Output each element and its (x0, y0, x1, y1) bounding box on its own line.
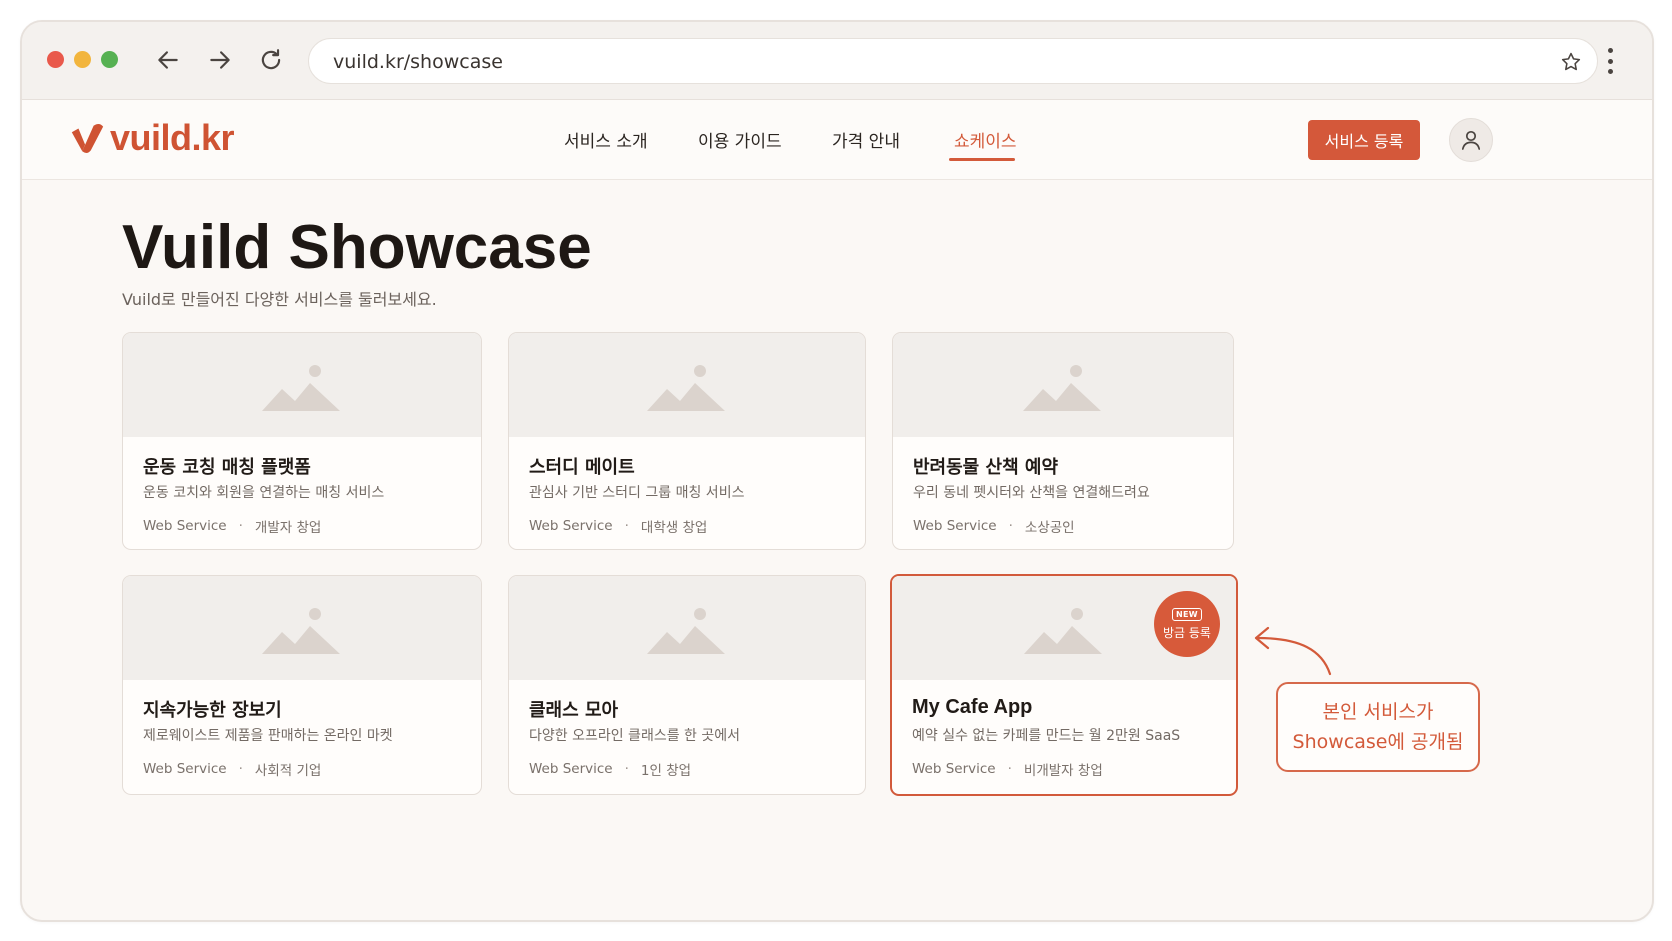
thumbnail-placeholder (509, 333, 865, 437)
card-title: 운동 코칭 매칭 플랫폼 (143, 457, 311, 478)
thumbnail-placeholder (509, 576, 865, 680)
new-tag: NEW (1172, 607, 1202, 621)
card-meta: Web Service · 비개발자 창업 (912, 759, 1103, 779)
register-service-button[interactable]: 서비스 등록 (1308, 120, 1420, 160)
image-placeholder-icon (647, 608, 725, 654)
user-icon (1461, 130, 1481, 150)
active-nav-indicator (949, 158, 1015, 161)
showcase-card[interactable]: 스터디 메이트 관심사 기반 스터디 그룹 매칭 서비스 Web Service… (508, 332, 866, 550)
card-description: 제로웨이스트 제품을 판매하는 온라인 마켓 (143, 728, 393, 744)
callout-box: 본인 서비스가 Showcase에 공개됨 (1276, 682, 1480, 772)
card-description: 관심사 기반 스터디 그룹 매칭 서비스 (529, 485, 745, 501)
page-subtitle: Vuild로 만들어진 다양한 서비스를 둘러보세요. (122, 290, 437, 309)
card-category: 소상공인 (1024, 520, 1075, 536)
card-description: 다양한 오프라인 클래스를 한 곳에서 (529, 728, 740, 744)
showcase-card[interactable]: 운동 코칭 매칭 플랫폼 운동 코치와 회원을 연결하는 매칭 서비스 Web … (122, 332, 482, 550)
badge-label: 방금 등록 (1163, 625, 1211, 640)
card-description: 예약 실수 없는 카페를 만드는 월 2만원 SaaS (912, 728, 1181, 744)
callout-line-2: Showcase에 공개됨 (1292, 731, 1464, 753)
card-meta: Web Service · 사회적 기업 (143, 759, 321, 779)
card-meta: Web Service · 소상공인 (913, 516, 1075, 536)
address-bar[interactable]: vuild.kr/showcase (308, 38, 1598, 84)
browser-window: vuild.kr/showcase vuild.kr 서비스 소개 이용 가이드… (20, 20, 1654, 922)
nav-item-showcase[interactable]: 쇼케이스 (954, 127, 1017, 152)
browser-toolbar: vuild.kr/showcase (22, 22, 1652, 100)
card-description: 우리 동네 펫시터와 산책을 연결해드려요 (913, 485, 1150, 501)
nav-item-guide[interactable]: 이용 가이드 (698, 127, 782, 152)
card-description: 운동 코치와 회원을 연결하는 매칭 서비스 (143, 485, 385, 501)
card-type: Web Service (143, 761, 227, 777)
close-window-button[interactable] (47, 51, 64, 68)
card-title: 반려동물 산책 예약 (913, 457, 1059, 478)
card-title: My Cafe App (912, 696, 1033, 718)
reload-button[interactable] (253, 42, 289, 78)
card-category: 개발자 창업 (254, 520, 322, 536)
card-type: Web Service (913, 518, 997, 534)
card-title: 클래스 모아 (529, 700, 619, 721)
meta-separator: · (1007, 761, 1012, 777)
minimize-window-button[interactable] (74, 51, 91, 68)
curved-arrow-icon (1254, 626, 1332, 676)
star-icon (1561, 52, 1581, 71)
nav-item-service-intro[interactable]: 서비스 소개 (564, 127, 648, 152)
new-badge: NEW 방금 등록 (1154, 591, 1220, 657)
card-type: Web Service (143, 518, 227, 534)
image-placeholder-icon (262, 608, 340, 654)
card-category: 대학생 창업 (640, 520, 708, 536)
callout-line-1: 본인 서비스가 (1322, 701, 1434, 723)
showcase-card[interactable]: 지속가능한 장보기 제로웨이스트 제품을 판매하는 온라인 마켓 Web Ser… (122, 575, 482, 795)
meta-separator: · (624, 761, 629, 777)
kebab-menu-icon[interactable] (1606, 48, 1614, 74)
site-header: vuild.kr 서비스 소개 이용 가이드 가격 안내 쇼케이스 서비스 등록 (22, 100, 1652, 180)
showcase-card[interactable]: 반려동물 산책 예약 우리 동네 펫시터와 산책을 연결해드려요 Web Ser… (892, 332, 1234, 550)
image-placeholder-icon (262, 365, 340, 411)
back-button[interactable] (150, 42, 186, 78)
thumbnail-placeholder (123, 576, 481, 680)
meta-separator: · (1008, 518, 1013, 534)
bookmark-button[interactable] (1557, 48, 1585, 76)
card-type: Web Service (529, 518, 613, 534)
card-type: Web Service (529, 761, 613, 777)
card-category: 비개발자 창업 (1023, 763, 1103, 779)
card-category: 1인 창업 (640, 763, 692, 779)
maximize-window-button[interactable] (101, 51, 118, 68)
showcase-card[interactable]: 클래스 모아 다양한 오프라인 클래스를 한 곳에서 Web Service ·… (508, 575, 866, 795)
meta-separator: · (624, 518, 629, 534)
showcase-card-new[interactable]: NEW 방금 등록 My Cafe App 예약 실수 없는 카페를 만드는 월… (890, 574, 1238, 796)
arrow-left-icon (158, 51, 178, 69)
card-type: Web Service (912, 761, 996, 777)
nav-item-pricing[interactable]: 가격 안내 (832, 127, 900, 152)
card-meta: Web Service · 개발자 창업 (143, 516, 321, 536)
card-category: 사회적 기업 (254, 763, 322, 779)
image-placeholder-icon (647, 365, 725, 411)
url-text: vuild.kr/showcase (333, 51, 503, 73)
meta-separator: · (238, 761, 243, 777)
image-placeholder-icon (1024, 608, 1102, 654)
card-meta: Web Service · 1인 창업 (529, 759, 691, 779)
card-title: 스터디 메이트 (529, 457, 635, 478)
image-placeholder-icon (1023, 365, 1101, 411)
page-title: Vuild Showcase (122, 213, 592, 282)
avatar[interactable] (1449, 118, 1493, 162)
card-meta: Web Service · 대학생 창업 (529, 516, 707, 536)
card-title: 지속가능한 장보기 (143, 700, 282, 721)
arrow-right-icon (210, 51, 230, 69)
thumbnail-placeholder (893, 333, 1233, 437)
reload-icon (261, 49, 281, 70)
thumbnail-placeholder (123, 333, 481, 437)
meta-separator: · (238, 518, 243, 534)
forward-button[interactable] (202, 42, 238, 78)
